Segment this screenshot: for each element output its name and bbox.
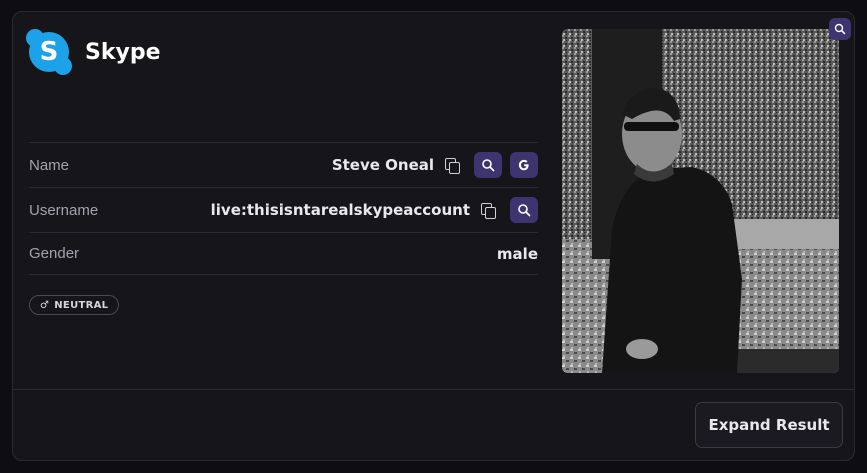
google-icon: [518, 159, 529, 171]
skype-logo-icon: S: [26, 29, 72, 75]
field-label: Gender: [29, 245, 80, 262]
search-button[interactable]: [474, 152, 502, 178]
field-value: live:thisisntarealskypeaccount: [210, 201, 470, 219]
status-badge: ♂ NEUTRAL: [29, 295, 120, 315]
card-header: S Skype: [26, 29, 161, 75]
search-icon: [482, 159, 495, 172]
male-icon: ♂: [40, 299, 50, 311]
profile-photo[interactable]: [562, 29, 839, 373]
field-label: Name: [29, 156, 70, 174]
field-list: Name Steve Oneal Username live:thisisnta…: [29, 142, 538, 275]
field-row-name: Name Steve Oneal: [29, 142, 538, 187]
search-button[interactable]: [510, 197, 538, 223]
result-card: S Skype Name Steve Oneal Username live:t…: [12, 11, 855, 461]
field-row-username: Username live:thisisntarealskypeaccount: [29, 187, 538, 232]
badge-label: NEUTRAL: [54, 299, 109, 311]
zoom-search-icon: [834, 23, 846, 35]
zoom-button[interactable]: [829, 18, 851, 40]
google-search-button[interactable]: [510, 152, 538, 178]
field-value: male: [496, 244, 538, 263]
field-label: Username: [29, 201, 99, 219]
search-icon: [518, 204, 531, 217]
field-value: Steve Oneal: [331, 156, 434, 174]
photo-image: [562, 29, 839, 373]
card-title: Skype: [85, 39, 161, 65]
footer-divider: [13, 389, 854, 390]
copy-icon[interactable]: [480, 202, 496, 219]
expand-result-button[interactable]: Expand Result: [695, 402, 843, 448]
copy-icon[interactable]: [444, 157, 460, 174]
field-row-gender: Gender male: [29, 232, 538, 275]
